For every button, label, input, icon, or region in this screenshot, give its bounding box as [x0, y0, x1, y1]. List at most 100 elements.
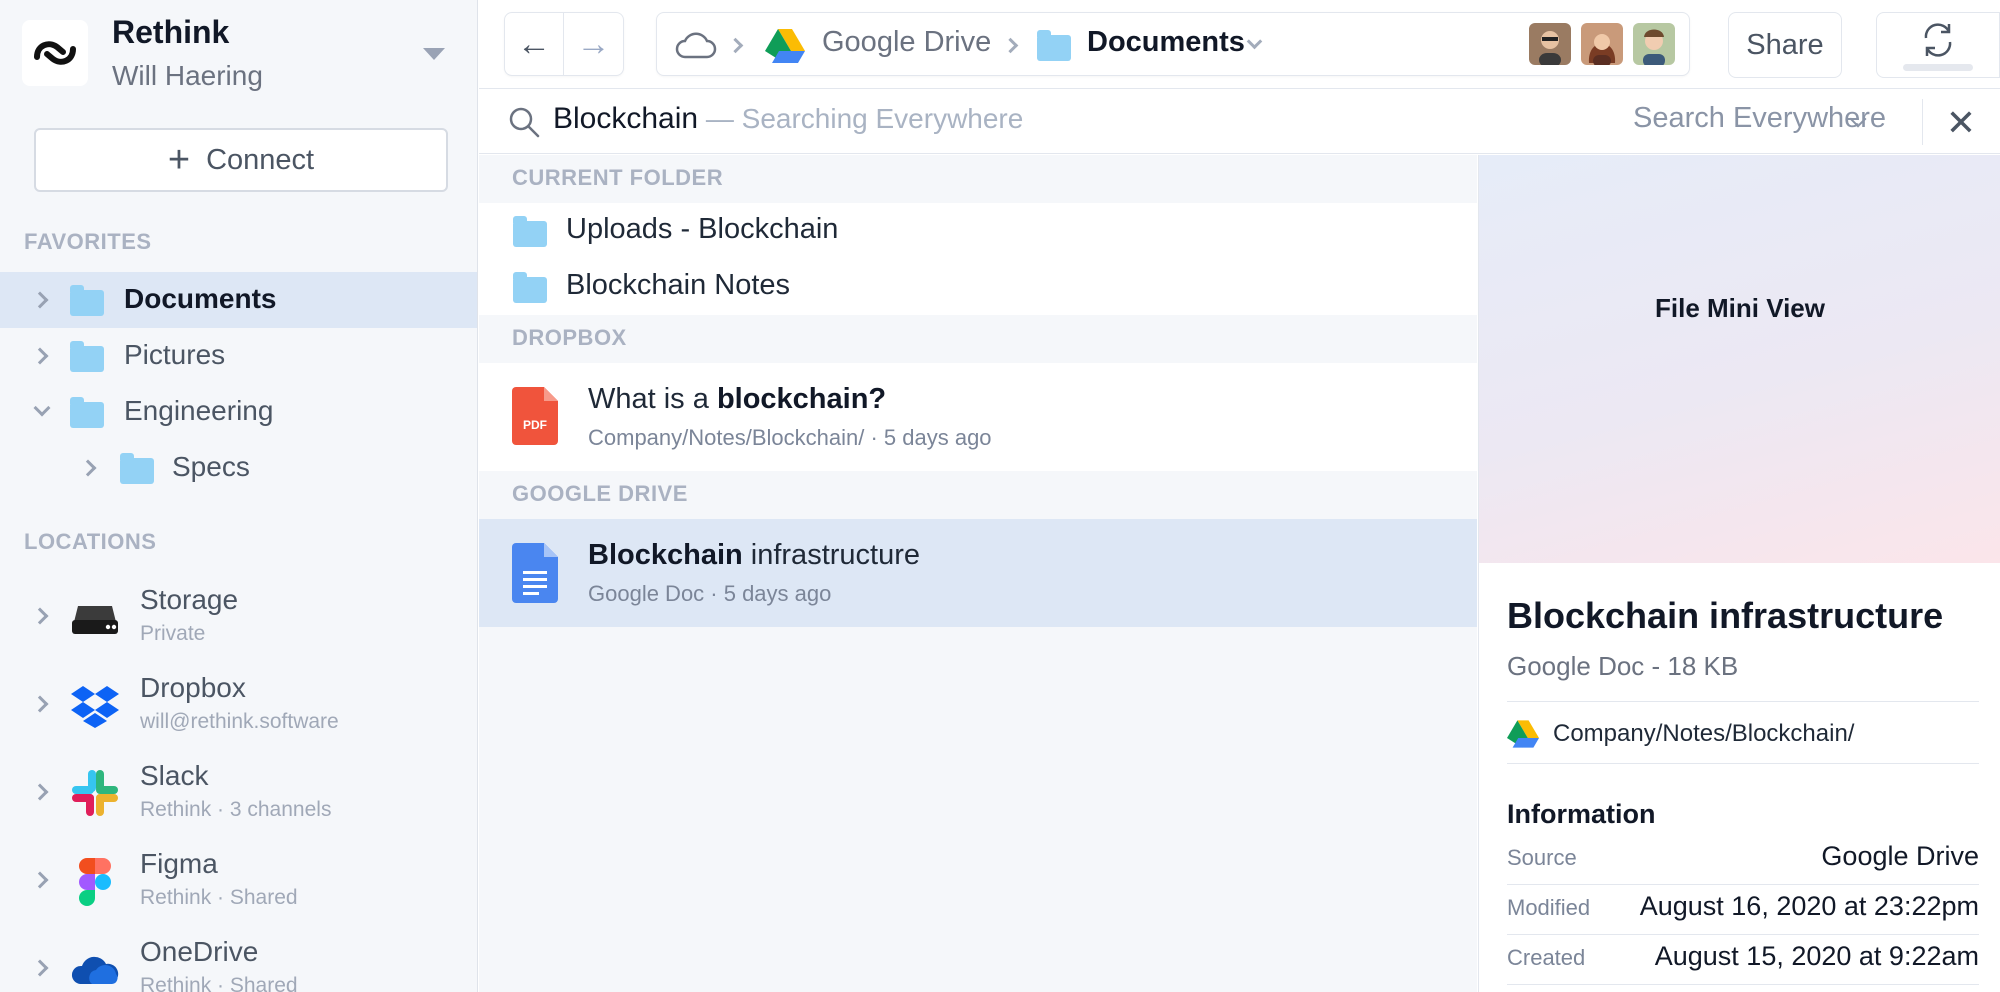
folder-icon [513, 272, 547, 303]
connect-label: Connect [206, 143, 315, 176]
favorite-specs[interactable]: Specs [0, 440, 477, 496]
folder-icon [513, 216, 547, 247]
dropbox-icon [71, 686, 119, 728]
favorites-heading: FAVORITES [24, 229, 152, 254]
info-row-source: Source Google Drive [1507, 835, 1979, 885]
chevron-right-icon [727, 37, 744, 54]
favorite-engineering[interactable]: Engineering [0, 384, 477, 440]
storage-drive-icon [72, 606, 118, 634]
result-title-match: blockchain? [716, 383, 887, 415]
favorite-documents[interactable]: Documents [0, 272, 477, 328]
result-title-prefix: What is a [588, 383, 717, 415]
info-value: Google Drive [1821, 841, 1979, 871]
avatar[interactable] [1633, 23, 1675, 65]
share-button[interactable]: Share [1728, 12, 1842, 78]
slack-icon [72, 770, 118, 816]
result-title-suffix: infrastructure [742, 539, 921, 571]
divider [1507, 763, 1979, 764]
connect-button[interactable]: + Connect [34, 128, 448, 192]
file-path[interactable]: Company/Notes/Blockchain/ [1553, 720, 1854, 748]
list-item-selected[interactable]: Blockchain infrastructure Google Doc · 5… [479, 519, 1477, 627]
location-title: Dropbox [140, 672, 246, 703]
google-drive-icon [1507, 720, 1539, 748]
result-title-match: Blockchain [588, 539, 743, 571]
figma-icon [79, 858, 111, 906]
folder-icon [70, 285, 104, 316]
chevron-right-icon[interactable] [31, 959, 49, 977]
location-title: OneDrive [140, 936, 259, 967]
folder-icon [70, 341, 104, 372]
result-meta: Company/Notes/Blockchain/ · 5 days ago [588, 425, 992, 450]
location-title: Figma [140, 848, 218, 879]
google-drive-icon [765, 29, 805, 63]
location-subtitle: Private [140, 622, 206, 645]
file-mini-view[interactable]: File Mini View [1479, 155, 2000, 563]
location-subtitle: will@rethink.software [140, 710, 339, 733]
mini-view-label: File Mini View [1654, 292, 1825, 323]
information-heading: Information [1507, 799, 1656, 829]
chevron-right-icon[interactable] [31, 695, 49, 713]
plus-icon: + [167, 139, 191, 181]
group-heading-text: GOOGLE DRIVE [512, 481, 688, 506]
breadcrumb-documents[interactable]: Documents [1087, 26, 1245, 59]
sync-progress-bar [1903, 63, 1973, 71]
breadcrumb-google-drive[interactable]: Google Drive [822, 26, 991, 59]
result-title: Blockchain infrastructure [588, 539, 920, 572]
favorite-label: Engineering [124, 395, 274, 426]
favorite-label: Documents [124, 283, 277, 314]
group-heading-text: CURRENT FOLDER [512, 165, 724, 190]
account-menu-caret-icon[interactable] [423, 48, 445, 60]
divider [1507, 701, 1979, 702]
google-doc-icon [512, 543, 558, 603]
info-value: August 15, 2020 at 9:22am [1654, 941, 1979, 971]
cloud-icon[interactable] [675, 29, 717, 61]
list-item[interactable]: Blockchain Notes [479, 259, 1477, 315]
onedrive-icon [71, 956, 119, 984]
locations-heading: LOCATIONS [24, 529, 157, 554]
result-label: Uploads - Blockchain [566, 213, 839, 245]
location-subtitle: Rethink · Shared [140, 974, 298, 992]
avatar[interactable] [1581, 23, 1623, 65]
info-key: Created [1507, 945, 1586, 970]
location-title: Storage [140, 584, 239, 615]
location-figma[interactable]: Figma Rethink · Shared [0, 838, 477, 922]
chevron-right-icon[interactable] [31, 871, 49, 889]
location-storage[interactable]: Storage Private [0, 574, 477, 658]
chevron-down-icon[interactable] [1246, 33, 1263, 50]
forward-arrow-icon[interactable]: → [564, 13, 623, 75]
search-query-text: Blockchain [553, 102, 699, 135]
chevron-down-icon[interactable] [33, 399, 51, 417]
chevron-right-icon[interactable] [79, 459, 97, 477]
search-hint: — Searching Everywhere [698, 103, 1024, 134]
avatar[interactable] [1529, 23, 1571, 65]
location-dropbox[interactable]: Dropbox will@rethink.software [0, 662, 477, 746]
file-type-size: Google Doc - 18 KB [1507, 651, 1739, 681]
list-item[interactable]: Uploads - Blockchain [479, 203, 1477, 259]
chevron-right-icon[interactable] [31, 783, 49, 801]
search-input[interactable]: Blockchain — Searching Everywhere [553, 102, 1023, 136]
chevron-right-icon[interactable] [31, 347, 49, 365]
back-arrow-icon[interactable]: ← [505, 13, 565, 75]
results-group-heading: CURRENT FOLDER [479, 155, 1477, 203]
search-results: CURRENT FOLDER Uploads - Blockchain Bloc… [479, 155, 1477, 992]
location-title: Slack [140, 760, 209, 791]
rethink-logo-icon [22, 20, 88, 86]
sync-button[interactable] [1876, 12, 2000, 78]
location-onedrive[interactable]: OneDrive Rethink · Shared [0, 926, 477, 992]
favorite-label: Specs [172, 451, 250, 482]
info-key: Modified [1507, 895, 1591, 920]
location-slack[interactable]: Slack Rethink · 3 channels [0, 750, 477, 834]
info-value: August 16, 2020 at 23:22pm [1639, 891, 1979, 921]
list-item[interactable]: PDF What is a blockchain? Company/Notes/… [479, 363, 1477, 471]
file-title: Blockchain infrastructure [1507, 595, 1944, 636]
favorite-pictures[interactable]: Pictures [0, 328, 477, 384]
info-key: Source [1507, 845, 1577, 870]
chevron-right-icon[interactable] [31, 607, 49, 625]
folder-icon [120, 453, 154, 484]
file-detail-panel: File Mini View Blockchain infrastructure… [1478, 155, 2000, 992]
close-icon[interactable]: ✕ [1941, 103, 1981, 143]
chevron-right-icon[interactable] [31, 291, 49, 309]
result-meta: Google Doc · 5 days ago [588, 581, 832, 606]
result-label: Blockchain Notes [566, 269, 791, 301]
workspace-name: Rethink [112, 14, 230, 50]
